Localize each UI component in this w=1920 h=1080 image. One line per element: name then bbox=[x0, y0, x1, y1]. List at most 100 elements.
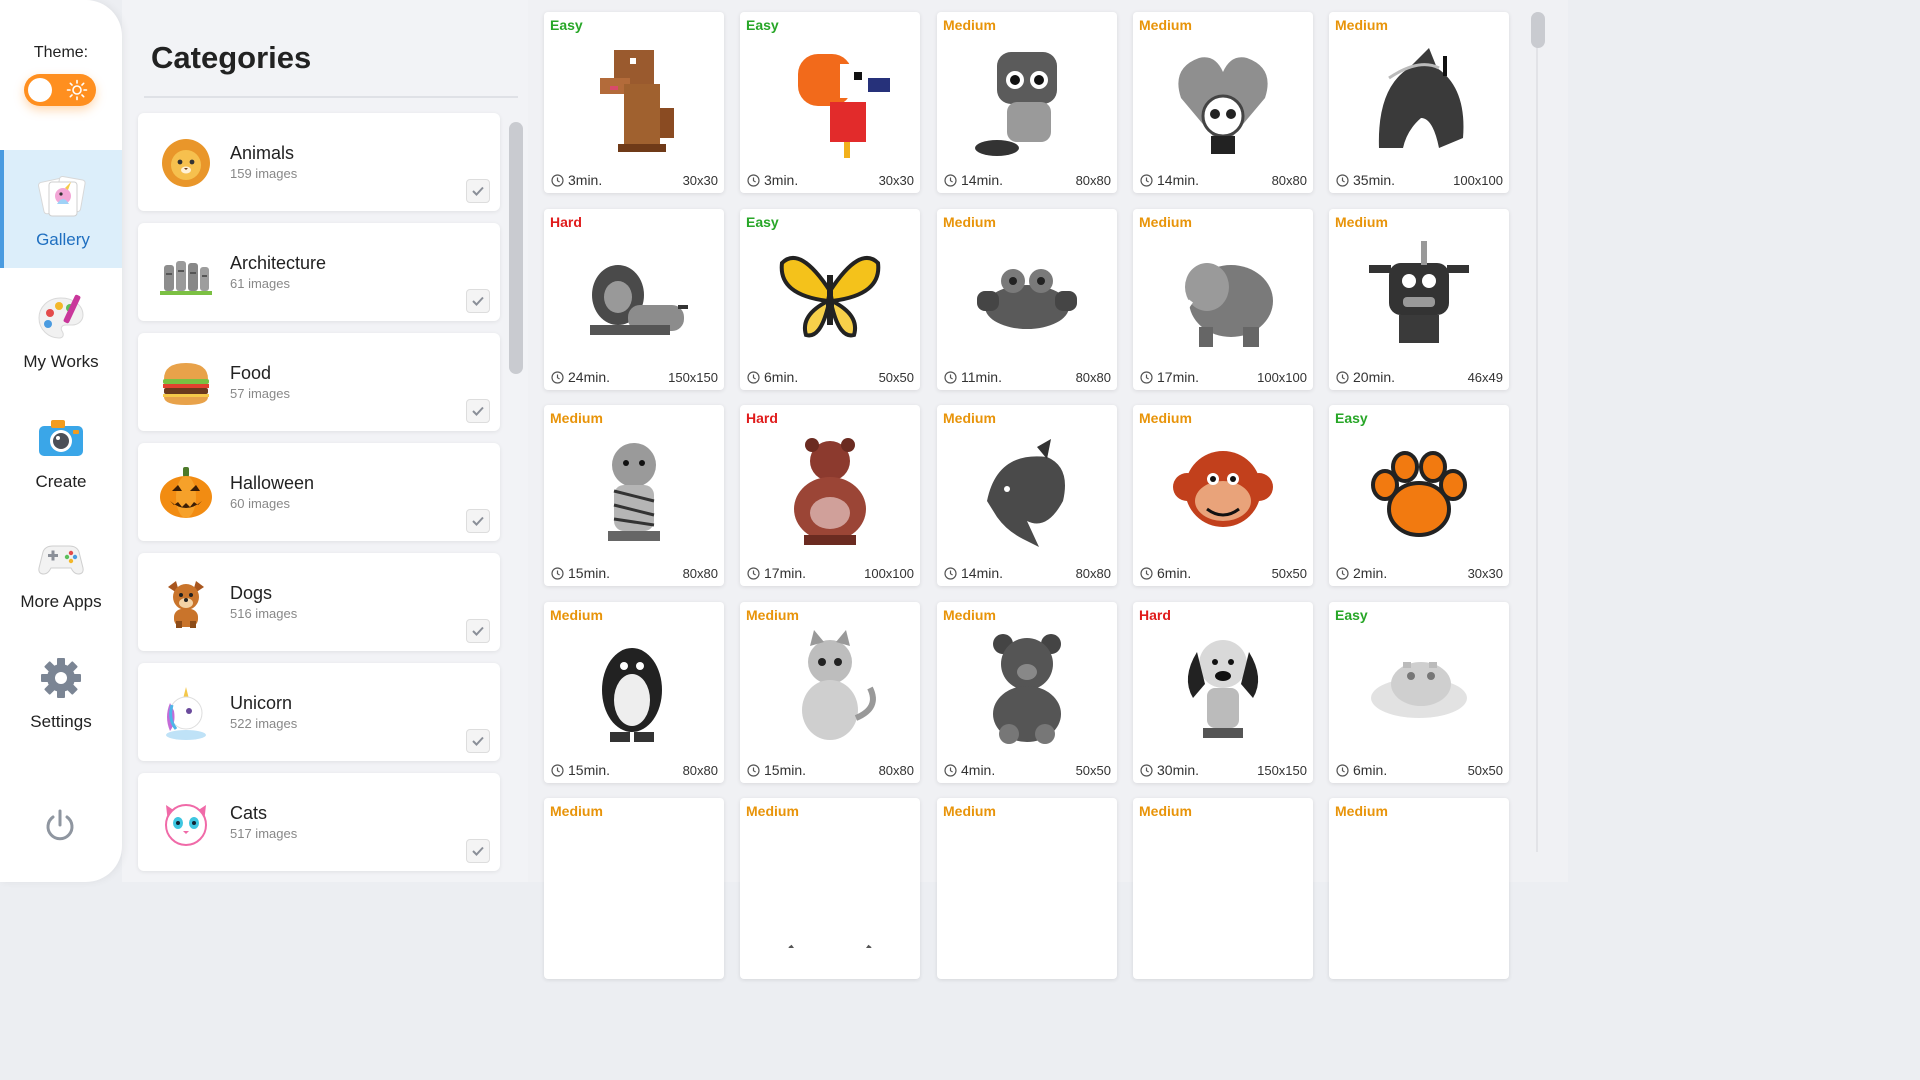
gallery-tile[interactable]: Easy 3min. 30x30 bbox=[544, 12, 724, 193]
categories-scrollbar[interactable] bbox=[509, 122, 523, 374]
difficulty-label: Medium bbox=[943, 803, 996, 819]
check-icon bbox=[472, 186, 484, 196]
clock-icon bbox=[747, 567, 760, 580]
cat-icon bbox=[165, 804, 207, 846]
category-checkbox[interactable] bbox=[466, 729, 490, 753]
time-estimate: 14min. bbox=[1157, 172, 1200, 188]
nav-gallery[interactable]: Gallery bbox=[0, 150, 122, 268]
nav-settings-label: Settings bbox=[30, 712, 92, 731]
nav-more-apps[interactable]: More Apps bbox=[0, 512, 122, 630]
category-count: 61 images bbox=[230, 276, 290, 291]
grid-size: 100x100 bbox=[1453, 173, 1503, 188]
category-checkbox[interactable] bbox=[466, 509, 490, 533]
nav-settings[interactable]: Settings bbox=[0, 632, 122, 750]
clock-icon bbox=[1336, 371, 1349, 384]
bear-art bbox=[794, 438, 866, 545]
cow-art bbox=[788, 944, 872, 948]
time-estimate: 17min. bbox=[1157, 369, 1200, 385]
check-icon bbox=[472, 406, 484, 416]
gallery-tile[interactable]: Medium 14min. 80x80 bbox=[937, 405, 1117, 586]
gallery-tile[interactable]: Easy 2min. 30x30 bbox=[1329, 405, 1509, 586]
category-name: Cats bbox=[230, 803, 268, 823]
kitty-art bbox=[1359, 824, 1479, 948]
nav-create-label: Create bbox=[35, 472, 87, 491]
clock-icon bbox=[1140, 764, 1153, 777]
gallery-tile[interactable]: Medium 20min. 46x49 bbox=[1329, 209, 1509, 390]
difficulty-label: Easy bbox=[1335, 410, 1368, 426]
category-card-animals[interactable]: Animals 159 images bbox=[138, 113, 500, 211]
gallery-tile[interactable]: Easy 6min. 50x50 bbox=[740, 209, 920, 390]
category-card-unicorn[interactable]: Unicorn 522 images bbox=[138, 663, 500, 761]
gallery-tile[interactable]: Medium 14min. 80x80 bbox=[937, 12, 1117, 193]
gallery-tile[interactable]: Easy 3min. 30x30 bbox=[740, 12, 920, 193]
category-card-architecture[interactable]: Architecture 61 images bbox=[138, 223, 500, 321]
clock-icon bbox=[1140, 371, 1153, 384]
gallery-tile[interactable]: Hard 24min. 150x150 bbox=[544, 209, 724, 390]
category-checkbox[interactable] bbox=[466, 399, 490, 423]
time-estimate: 35min. bbox=[1353, 172, 1396, 188]
category-card-dogs[interactable]: Dogs 516 images bbox=[138, 553, 500, 651]
gallery-tile[interactable]: Medium 15min. 80x80 bbox=[740, 602, 920, 783]
gallery-tile[interactable]: Medium bbox=[544, 798, 724, 979]
gallery-tile[interactable]: Medium 35min. 100x100 bbox=[1329, 12, 1509, 193]
unicorn-icon bbox=[166, 687, 206, 740]
hippo-art bbox=[1371, 662, 1467, 718]
gallery-tile[interactable]: Medium 15min. 80x80 bbox=[544, 602, 724, 783]
grid-size: 80x80 bbox=[682, 763, 718, 778]
tiger-art bbox=[608, 443, 660, 541]
nav-my-works[interactable]: My Works bbox=[0, 272, 122, 390]
gallery-tile[interactable]: Medium bbox=[1329, 798, 1509, 979]
gallery-tile[interactable]: Medium 15min. 80x80 bbox=[544, 405, 724, 586]
gallery-tile[interactable]: Hard 30min. 150x150 bbox=[1133, 602, 1313, 783]
side-nav: Theme: Gallery My Works Create More Apps… bbox=[0, 0, 122, 882]
category-checkbox[interactable] bbox=[466, 289, 490, 313]
category-card-halloween[interactable]: Halloween 60 images bbox=[138, 443, 500, 541]
gallery-tile[interactable]: Medium 4min. 50x50 bbox=[937, 602, 1117, 783]
time-estimate: 3min. bbox=[764, 172, 799, 188]
grid-size: 50x50 bbox=[1075, 763, 1111, 778]
difficulty-label: Hard bbox=[1139, 607, 1171, 623]
gallery-tile[interactable]: Medium 17min. 100x100 bbox=[1133, 209, 1313, 390]
grid-size: 50x50 bbox=[1271, 566, 1307, 581]
gallery-tile[interactable]: Medium 14min. 80x80 bbox=[1133, 12, 1313, 193]
theme-toggle[interactable] bbox=[24, 74, 96, 106]
gallery-tile[interactable]: Hard 17min. 100x100 bbox=[740, 405, 920, 586]
gallery-tile[interactable]: Medium bbox=[1133, 798, 1313, 979]
gallery-tile[interactable]: Medium 11min. 80x80 bbox=[937, 209, 1117, 390]
clock-icon bbox=[944, 371, 957, 384]
grid-size: 150x150 bbox=[668, 370, 718, 385]
category-checkbox[interactable] bbox=[466, 839, 490, 863]
monkey-art bbox=[1173, 451, 1273, 527]
category-checkbox[interactable] bbox=[466, 619, 490, 643]
nav-create[interactable]: Create bbox=[0, 392, 122, 510]
time-estimate: 15min. bbox=[568, 762, 611, 778]
camera-icon bbox=[39, 420, 83, 456]
category-checkbox[interactable] bbox=[466, 179, 490, 203]
time-estimate: 14min. bbox=[961, 172, 1004, 188]
categories-panel: Categories Animals 159 images Architecture… bbox=[122, 0, 528, 882]
difficulty-label: Medium bbox=[746, 607, 799, 623]
gallery-tile[interactable]: Medium 6min. 50x50 bbox=[1133, 405, 1313, 586]
difficulty-label: Hard bbox=[550, 214, 582, 230]
difficulty-label: Medium bbox=[1139, 803, 1192, 819]
category-card-cats[interactable]: Cats 517 images bbox=[138, 773, 500, 871]
difficulty-label: Medium bbox=[1139, 214, 1192, 230]
category-name: Unicorn bbox=[230, 693, 293, 713]
difficulty-label: Easy bbox=[746, 17, 779, 33]
difficulty-label: Medium bbox=[1335, 17, 1388, 33]
category-card-food[interactable]: Food 57 images bbox=[138, 333, 500, 431]
nav-gallery-label: Gallery bbox=[36, 230, 90, 249]
penguin-art bbox=[602, 648, 662, 742]
gallery-tile[interactable]: Medium bbox=[937, 798, 1117, 979]
clock-icon bbox=[551, 567, 564, 580]
power-icon[interactable] bbox=[41, 807, 79, 845]
gallery-icon bbox=[38, 175, 86, 217]
grid-size: 80x80 bbox=[1075, 566, 1111, 581]
difficulty-label: Medium bbox=[746, 803, 799, 819]
time-estimate: 15min. bbox=[764, 762, 807, 778]
gallery-tile[interactable]: Medium bbox=[740, 798, 920, 979]
grid-size: 80x80 bbox=[1271, 173, 1307, 188]
grid-size: 46x49 bbox=[1467, 370, 1503, 385]
gallery-tile[interactable]: Easy 6min. 50x50 bbox=[1329, 602, 1509, 783]
gallery-scrollbar[interactable] bbox=[1531, 12, 1545, 48]
